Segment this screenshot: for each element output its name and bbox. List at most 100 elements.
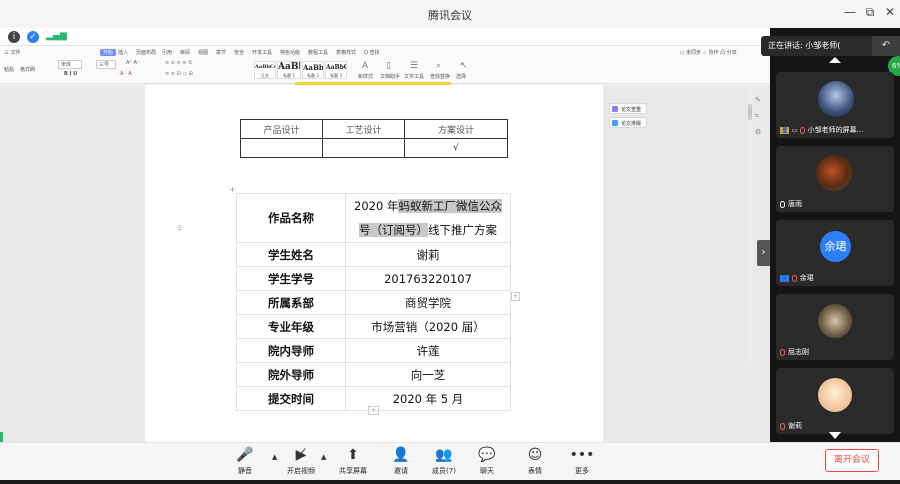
invite-button[interactable]: 👤 邀请 (381, 447, 421, 476)
menu-item: 视图 (198, 50, 209, 56)
collapse-panel-button[interactable]: › (757, 240, 770, 266)
restore-button[interactable]: ⧉ (860, 5, 880, 20)
scroll-up-icon[interactable] (829, 57, 841, 63)
pen-icon: ✎ (755, 96, 761, 104)
row-label: 院内导师 (236, 338, 346, 363)
table-cell (240, 138, 323, 158)
participant-tile[interactable]: 👤 ▭ 小邹老师的屏幕... (776, 72, 894, 138)
tool-text-tools: 文字工具 (404, 74, 425, 80)
font-color: A · A (120, 71, 132, 77)
doc-icon: ▯ (386, 61, 391, 71)
video-options-icon[interactable]: ▲ (321, 453, 326, 461)
more-button[interactable]: ••• 更多 (562, 447, 602, 476)
tool-new-style: 新样式 (358, 74, 374, 80)
menu-item: 表格样式 (336, 50, 357, 56)
participant-name: 唐雨 (780, 199, 802, 209)
participant-tile[interactable]: 余珺 👤 余珺 (776, 220, 894, 286)
signal-icon[interactable]: ▂▄▆ (46, 31, 67, 41)
menu-item: 教程工具 (308, 50, 329, 56)
paragraph-mark-icon: ☰· (177, 225, 185, 232)
menu-item: Q 查找 (364, 50, 380, 56)
menu-item: 章节 (216, 50, 227, 56)
tool-select: 选择 (456, 74, 467, 80)
row-label: 作品名称 (236, 193, 346, 243)
speaking-indicator: 正在讲话: 小邹老师( ↶ (761, 36, 900, 56)
chat-button[interactable]: 💬 聊天 (467, 447, 507, 476)
style-normal: AaBbCcDd正文 (254, 61, 276, 79)
window-title: 腾讯会议 (428, 9, 472, 22)
paper-format-button: 论文排版 (609, 117, 647, 128)
participant-tile[interactable]: 谢莉 (776, 368, 894, 434)
microphone-icon: 🎤 (236, 447, 254, 463)
members-icon: 👥 (435, 447, 453, 463)
minimize-button[interactable]: — (840, 5, 860, 19)
video-button[interactable]: ▶̸ 开启视频 (281, 447, 321, 476)
participant-tile[interactable]: 屈志刚 (776, 294, 894, 360)
shield-icon[interactable]: ✓ (27, 31, 39, 43)
participant-name: 屈志刚 (780, 347, 809, 357)
avatar (818, 81, 854, 117)
video-off-icon: ▶̸ (295, 447, 307, 463)
table-header: 工艺设计 (322, 119, 405, 139)
ribbon-right-info: ○ 未同步 ☆ 协作 凸 分享 (680, 50, 737, 56)
taskbar-strip (0, 480, 900, 484)
row-value: 谢莉 (345, 242, 511, 267)
row-value: 向一芝 (345, 362, 511, 387)
chat-icon: 💬 (478, 447, 496, 463)
style-heading2: AaBb(标题 2 (302, 61, 324, 79)
menu-item: 三 文件 (4, 50, 21, 56)
close-button[interactable]: ✕ (880, 5, 900, 19)
tool-icon: ⚙ (755, 128, 762, 136)
avatar (816, 155, 852, 191)
info-table: 作品名称 2020 年蚂蚁新工厂微信公众 号（订阅号）线下推广方案 学生姓名 谢莉… (236, 193, 511, 411)
scroll-down-icon[interactable] (829, 432, 841, 439)
table-cell (322, 138, 405, 158)
leave-meeting-button[interactable]: 离开会议 (825, 449, 879, 472)
members-button[interactable]: 👥 成员(7) (424, 447, 464, 476)
menu-item-active: 开始 (100, 49, 117, 56)
word-ribbon: 三 文件 开始 插入 页面布局 引用 审阅 视图 章节 安全 开发工具 特色功能… (0, 46, 770, 84)
row-value: 商贸学院 (345, 290, 511, 315)
return-icon[interactable]: ↶ (872, 36, 900, 56)
add-user-icon: 👤 (392, 447, 410, 463)
menu-item: 审阅 (180, 50, 191, 56)
doc-scroll-thumb (748, 104, 752, 120)
cursor-icon: ↖ (460, 61, 468, 71)
smile-icon: ☺ (527, 447, 543, 463)
info-icon[interactable]: i (8, 31, 20, 43)
row-value: 201763220107 (345, 266, 511, 291)
row-value: 市场营销（2020 届） (345, 314, 511, 339)
row-label: 学生姓名 (236, 242, 346, 267)
mute-button[interactable]: 🎤 静音 (225, 447, 265, 476)
style-heading3: AaBbC 标题 3 (325, 61, 347, 79)
table-cell: √ (404, 138, 508, 158)
participant-tile[interactable]: 唐雨 (776, 146, 894, 212)
design-type-table: 产品设计 工艺设计 方案设计 √ (240, 119, 508, 158)
style-icon: A (362, 61, 369, 71)
title-bar: 腾讯会议 — ⧉ ✕ (0, 0, 900, 28)
emoji-button[interactable]: ☺ 表情 (515, 447, 555, 476)
mute-options-icon[interactable]: ▲ (272, 453, 277, 461)
edit-icon: ⌗ (755, 112, 759, 120)
share-screen-button[interactable]: ⬆ 共享屏幕 (333, 447, 373, 476)
font-grow-shrink: A⁺ A⁻ (126, 60, 140, 66)
avatar: 余珺 (820, 231, 851, 262)
menu-item: 安全 (234, 50, 245, 56)
menu-item: 开发工具 (252, 50, 273, 56)
add-column-icon: + (511, 292, 521, 301)
table-header: 产品设计 (240, 119, 323, 139)
add-row-icon: + (368, 406, 380, 415)
table-header: 方案设计 (404, 119, 508, 139)
meeting-status-bar: i ✓ ▂▄▆ (0, 28, 770, 46)
paper-check-button: 论文查重 (609, 103, 647, 114)
avatar (818, 378, 852, 412)
style-heading1: AaBb标题 1 (277, 61, 301, 79)
document-area: 产品设计 工艺设计 方案设计 √ + ☰· 作品名称 2020 年蚂蚁新工厂微信… (0, 85, 770, 442)
menu-item: 特色功能 (280, 50, 301, 56)
row-label: 专业年级 (236, 314, 346, 339)
edge-indicator (0, 432, 3, 442)
row-label: 所属系部 (236, 290, 346, 315)
row-label: 院外导师 (236, 362, 346, 387)
document-page: 产品设计 工艺设计 方案设计 √ + ☰· 作品名称 2020 年蚂蚁新工厂微信… (145, 85, 603, 442)
row-value: 2020 年蚂蚁新工厂微信公众 号（订阅号）线下推广方案 (345, 193, 511, 243)
